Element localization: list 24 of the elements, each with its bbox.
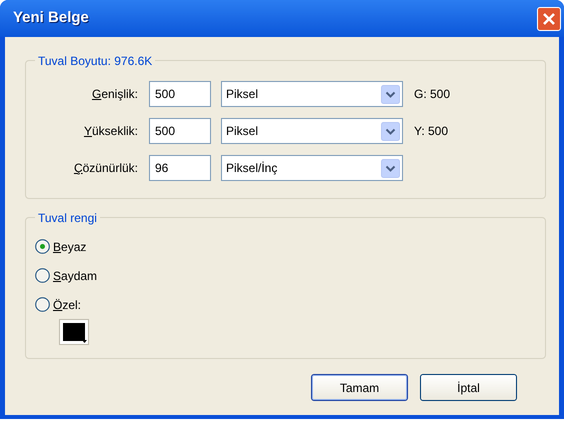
input-field[interactable]: 500 — [149, 118, 211, 144]
dialog-button[interactable]: İptal — [420, 374, 517, 401]
field-label: Yükseklik: — [82, 123, 139, 140]
unit-dropdown[interactable]: Piksel — [221, 81, 403, 107]
input-field[interactable]: 500 — [149, 81, 211, 107]
field-label: Çözünürlük: — [72, 160, 139, 177]
radio-option[interactable]: Özel: — [35, 296, 545, 313]
unit-dropdown[interactable]: Piksel/İnç — [221, 155, 403, 181]
window-title: Yeni Belge — [13, 8, 89, 28]
color-swatch-button[interactable] — [59, 319, 89, 345]
radio-option[interactable]: Beyaz — [35, 238, 545, 255]
input-field[interactable]: 96 — [149, 155, 211, 181]
size-reading: Y: 500 — [414, 123, 448, 140]
radio-button[interactable] — [35, 268, 50, 283]
field-label: Genişlik: — [90, 86, 139, 103]
radio-button[interactable] — [35, 239, 50, 254]
radio-option[interactable]: Saydam — [35, 267, 545, 284]
unit-dropdown[interactable]: Piksel — [221, 118, 403, 144]
size-reading: G: 500 — [414, 86, 450, 103]
dialog-button[interactable]: Tamam — [311, 374, 408, 401]
close-button[interactable] — [537, 6, 561, 30]
radio-button[interactable] — [35, 297, 50, 312]
caret-icon — [82, 340, 87, 343]
close-icon — [542, 12, 556, 26]
